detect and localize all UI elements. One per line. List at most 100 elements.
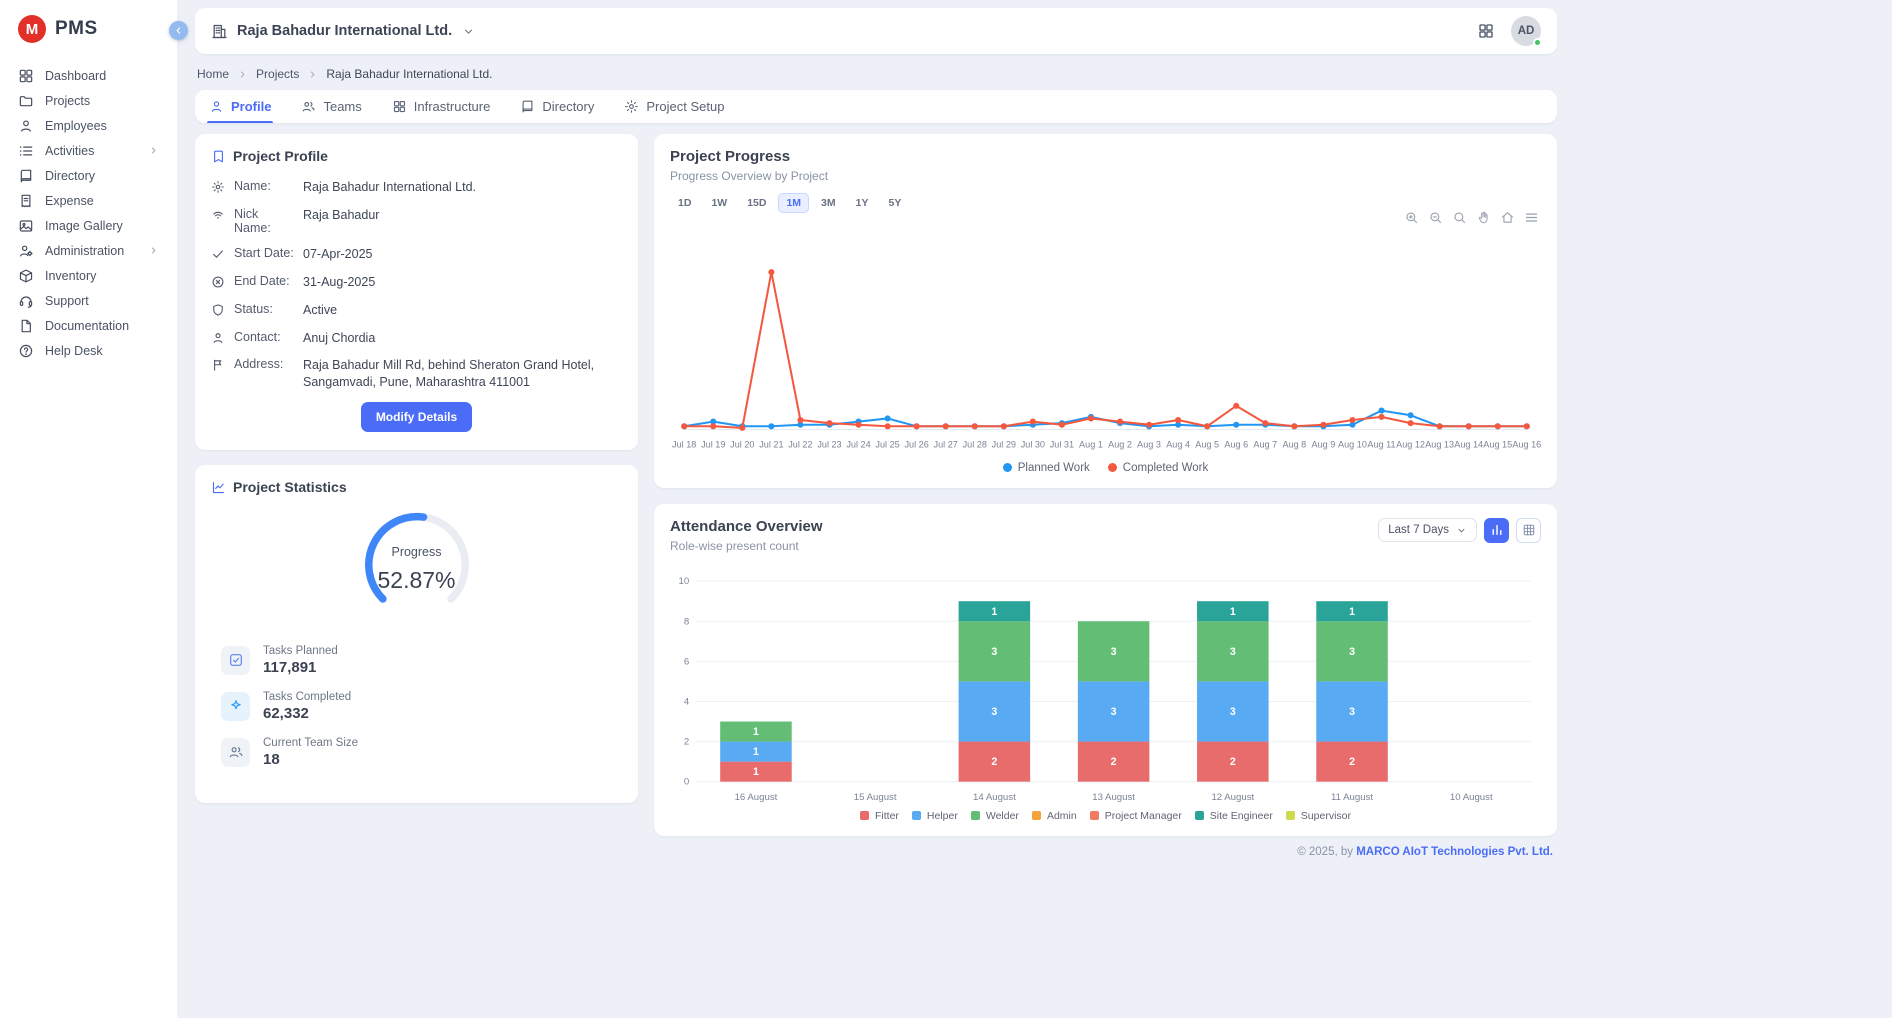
pan-icon[interactable]	[1476, 210, 1491, 225]
zoom-in-icon[interactable]	[1404, 210, 1419, 225]
headset-icon	[18, 293, 34, 309]
range-1d[interactable]: 1D	[670, 193, 699, 213]
chevron-down-icon	[1456, 525, 1467, 536]
tab-infrastructure[interactable]: Infrastructure	[392, 90, 491, 123]
sidebar-item-label: Administration	[45, 244, 124, 258]
svg-text:15 August: 15 August	[854, 792, 897, 803]
svg-text:Aug 15: Aug 15	[1483, 440, 1512, 450]
legend-item[interactable]: Welder	[971, 810, 1019, 822]
sidebar-item-employees[interactable]: Employees	[0, 113, 177, 138]
svg-text:Jul 29: Jul 29	[992, 440, 1016, 450]
legend-item[interactable]: Supervisor	[1286, 810, 1351, 822]
admin-user-icon	[18, 243, 34, 259]
project-selector[interactable]: Raja Bahadur International Ltd.	[211, 23, 475, 40]
user-avatar[interactable]: AD	[1511, 16, 1541, 46]
breadcrumb-projects[interactable]: Projects	[256, 67, 299, 81]
sidebar-item-label: Image Gallery	[45, 219, 123, 233]
star-icon	[228, 698, 244, 714]
dashboard-icon	[18, 68, 34, 84]
svg-text:Jul 30: Jul 30	[1021, 440, 1045, 450]
x-circle-icon	[211, 275, 225, 289]
sidebar-item-documentation[interactable]: Documentation	[0, 313, 177, 338]
legend-item[interactable]: Project Manager	[1090, 810, 1182, 822]
sidebar-item-dashboard[interactable]: Dashboard	[0, 63, 177, 88]
sidebar-item-label: Expense	[45, 194, 94, 208]
tab-teams[interactable]: Teams	[301, 90, 361, 123]
days-filter-select[interactable]: Last 7 Days	[1378, 518, 1477, 542]
legend-item[interactable]: Admin	[1032, 810, 1077, 822]
apps-grid-icon[interactable]	[1477, 22, 1495, 40]
legend-item[interactable]: Helper	[912, 810, 958, 822]
modify-details-button[interactable]: Modify Details	[361, 402, 472, 432]
range-3m[interactable]: 3M	[813, 193, 844, 213]
stat-current-team-size: Current Team Size 18	[221, 737, 612, 768]
attendance-chart[interactable]: 024681011116 August15 August233114 Augus…	[670, 569, 1541, 808]
sidebar-item-support[interactable]: Support	[0, 288, 177, 313]
stat-label: Tasks Planned	[263, 645, 338, 657]
check-icon	[211, 247, 225, 261]
building-icon	[211, 23, 228, 40]
legend-label: Supervisor	[1301, 810, 1351, 822]
table-view-button[interactable]	[1516, 518, 1541, 543]
stat-label: Tasks Completed	[263, 691, 351, 703]
main-content: Raja Bahadur International Ltd. AD Home …	[178, 0, 1892, 866]
zoom-out-icon[interactable]	[1428, 210, 1443, 225]
company-link[interactable]: MARCO AIoT Technologies Pvt. Ltd.	[1356, 846, 1553, 858]
project-selector-label: Raja Bahadur International Ltd.	[237, 23, 452, 39]
checkbox-icon	[228, 652, 244, 668]
sidebar-collapse-button[interactable]	[169, 21, 188, 40]
book-icon	[18, 168, 34, 184]
table-icon	[1522, 523, 1536, 537]
range-1w[interactable]: 1W	[703, 193, 735, 213]
sidebar-item-directory[interactable]: Directory	[0, 163, 177, 188]
tab-project-setup[interactable]: Project Setup	[624, 90, 724, 123]
sidebar-item-projects[interactable]: Projects	[0, 88, 177, 113]
chevron-down-icon	[462, 25, 475, 38]
logo-icon: M	[18, 15, 46, 43]
legend-item[interactable]: Site Engineer	[1195, 810, 1273, 822]
receipt-icon	[18, 193, 34, 209]
selection-zoom-icon[interactable]	[1452, 210, 1467, 225]
svg-text:Jul 19: Jul 19	[701, 440, 725, 450]
sidebar-item-expense[interactable]: Expense	[0, 188, 177, 213]
range-1m[interactable]: 1M	[778, 193, 809, 213]
field-start-date: Start Date: 07-Apr-2025	[211, 246, 622, 263]
person-icon	[211, 331, 225, 345]
tab-directory[interactable]: Directory	[520, 90, 594, 123]
range-1y[interactable]: 1Y	[848, 193, 877, 213]
legend-item[interactable]: Completed Work	[1108, 462, 1208, 474]
sidebar-item-help-desk[interactable]: Help Desk	[0, 338, 177, 363]
legend-swatch	[1286, 811, 1295, 820]
reset-zoom-icon[interactable]	[1500, 210, 1515, 225]
app-logo[interactable]: M PMS	[0, 0, 177, 57]
profile-card-title: Project Profile	[233, 148, 328, 164]
project-progress-chart[interactable]: Jul 18Jul 19Jul 20Jul 21Jul 22Jul 23Jul …	[670, 235, 1541, 460]
sidebar-item-administration[interactable]: Administration	[0, 238, 177, 263]
chart-menu-icon[interactable]	[1524, 210, 1539, 225]
flag-icon	[211, 358, 225, 372]
range-5y[interactable]: 5Y	[880, 193, 909, 213]
tab-label: Project Setup	[646, 99, 724, 114]
people-icon	[228, 744, 244, 760]
bar-view-button[interactable]	[1484, 518, 1509, 543]
svg-text:1: 1	[753, 746, 759, 758]
legend-item[interactable]: Planned Work	[1003, 462, 1090, 474]
sidebar-item-image-gallery[interactable]: Image Gallery	[0, 213, 177, 238]
grid-icon	[392, 99, 407, 114]
document-icon	[18, 318, 34, 334]
copyright-text: © 2025, by	[1297, 846, 1353, 858]
online-status-dot	[1533, 38, 1542, 47]
progress-card-title: Project Progress	[670, 148, 1541, 165]
tab-profile[interactable]: Profile	[209, 90, 271, 123]
field-label: Status:	[234, 302, 294, 316]
svg-text:3: 3	[991, 706, 997, 718]
svg-text:Aug 5: Aug 5	[1195, 440, 1219, 450]
range-15d[interactable]: 15D	[739, 193, 774, 213]
breadcrumb-home[interactable]: Home	[197, 67, 229, 81]
field-value: 31-Aug-2025	[303, 274, 375, 291]
sidebar-item-inventory[interactable]: Inventory	[0, 263, 177, 288]
legend-swatch	[1108, 463, 1117, 472]
legend-item[interactable]: Fitter	[860, 810, 899, 822]
person-icon	[18, 118, 34, 134]
sidebar-item-activities[interactable]: Activities	[0, 138, 177, 163]
